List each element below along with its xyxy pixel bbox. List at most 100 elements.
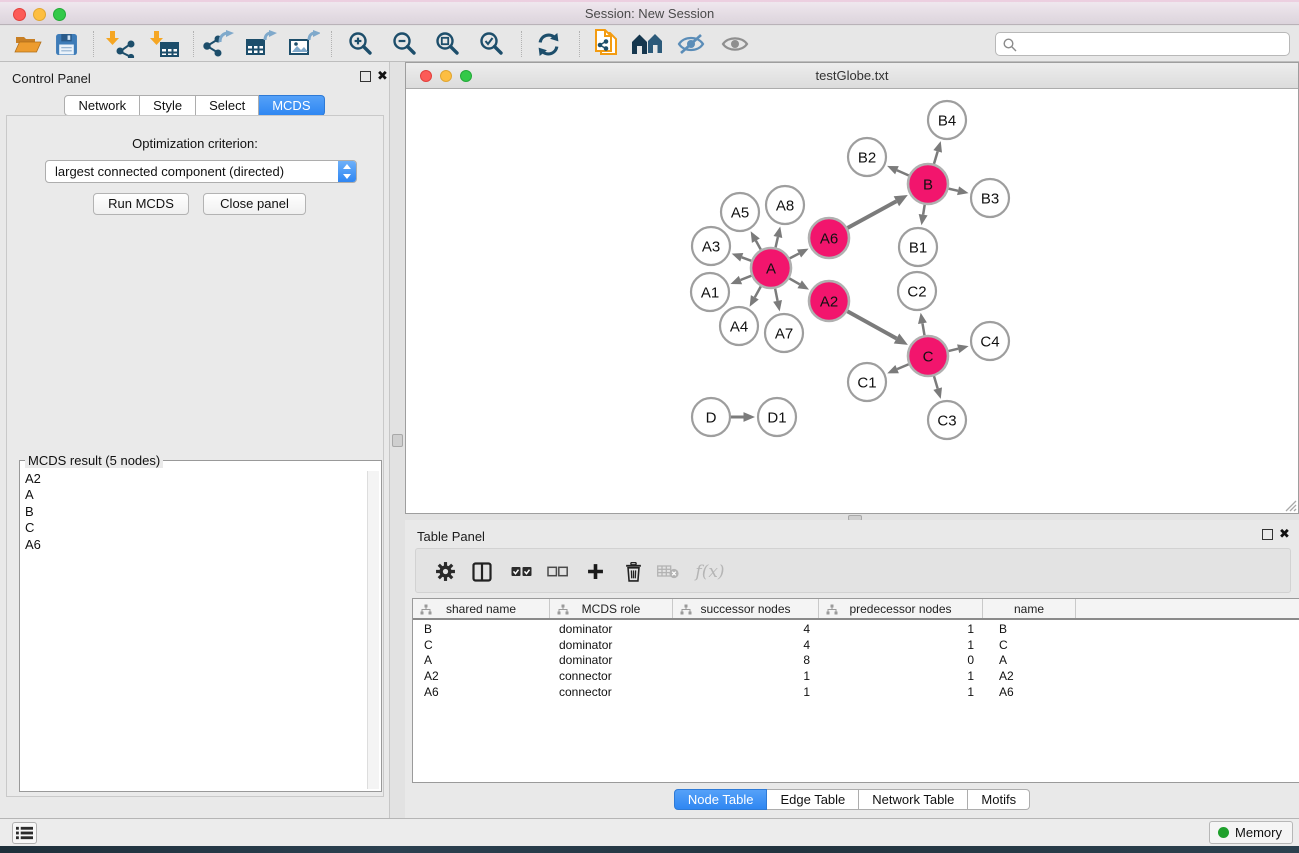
graph-edge-A-A8[interactable]	[776, 237, 778, 248]
column-header-name[interactable]: name	[983, 599, 1076, 618]
function-builder-icon[interactable]: f(x)	[688, 549, 732, 594]
graph-node-A5[interactable]: A5	[721, 193, 759, 231]
graph-edge-B-B1[interactable]	[923, 205, 925, 215]
hide-selected-eye-icon[interactable]	[672, 29, 710, 59]
graph-edge-A6-B[interactable]	[847, 201, 896, 228]
graph-node-A3[interactable]: A3	[692, 227, 730, 265]
graph-edge-A-A6[interactable]	[790, 254, 799, 259]
result-list-item[interactable]: A6	[22, 537, 367, 553]
resize-grip-icon[interactable]	[1283, 498, 1297, 512]
table-float-panel-icon[interactable]	[1262, 529, 1273, 540]
refresh-icon[interactable]	[529, 29, 567, 59]
graph-edge-A-A4[interactable]	[755, 286, 761, 297]
graph-node-B1[interactable]: B1	[899, 228, 937, 266]
graph-node-A[interactable]: A	[751, 248, 791, 288]
zoom-in-icon[interactable]	[342, 29, 380, 59]
column-header-MCDS-role[interactable]: MCDS role	[550, 599, 673, 618]
graph-edge-A-A3[interactable]	[742, 257, 752, 260]
graph-node-A8[interactable]: A8	[766, 186, 804, 224]
graph-edge-A-A1[interactable]	[740, 276, 751, 280]
tab-select[interactable]: Select	[196, 95, 259, 116]
network-graph-svg[interactable]: B4 B2 B B3 B1 A5A8A6 A3 A A1 C2 A2 A4A7 C4 C C1 C3 D D1	[406, 89, 1298, 513]
graph-edge-C-C1[interactable]	[897, 364, 909, 369]
graph-edge-B-B4[interactable]	[934, 151, 938, 163]
export-image-icon[interactable]	[285, 29, 323, 59]
new-network-from-selection-icon[interactable]	[587, 29, 625, 59]
graph-edge-C-C2[interactable]	[922, 323, 924, 335]
column-header-shared-name[interactable]: shared name	[413, 599, 550, 618]
graph-node-A6[interactable]: A6	[809, 218, 849, 258]
close-panel-icon[interactable]: ✖	[377, 68, 388, 84]
tab-edge-table[interactable]: Edge Table	[767, 789, 859, 810]
show-all-eye-icon[interactable]	[716, 29, 754, 59]
tab-mcds[interactable]: MCDS	[259, 95, 324, 116]
task-history-button[interactable]	[12, 822, 37, 844]
graph-node-B4[interactable]: B4	[928, 101, 966, 139]
result-list-scrollbar[interactable]	[367, 471, 379, 789]
table-row[interactable]: A2connector11A2	[413, 669, 1299, 685]
table-row[interactable]: Bdominator41B	[413, 622, 1299, 638]
graph-edge-C-C3[interactable]	[934, 376, 938, 388]
select-all-icon[interactable]	[504, 549, 538, 594]
tab-network[interactable]: Network	[64, 95, 140, 116]
graph-node-A2[interactable]: A2	[809, 281, 849, 321]
result-list-item[interactable]: C	[22, 520, 367, 536]
result-list-item[interactable]: B	[22, 504, 367, 520]
graph-edge-A-A5[interactable]	[756, 241, 761, 250]
tab-network-table[interactable]: Network Table	[859, 789, 968, 810]
graph-edge-A-A2[interactable]	[789, 278, 799, 284]
graph-node-B2[interactable]: B2	[848, 138, 886, 176]
tab-node-table[interactable]: Node Table	[674, 789, 768, 810]
search-input[interactable]	[1022, 34, 1284, 54]
graph-edge-B-B3[interactable]	[948, 189, 958, 191]
close-panel-button[interactable]: Close panel	[203, 193, 306, 215]
memory-button[interactable]: Memory	[1209, 821, 1293, 844]
column-settings-gear-icon[interactable]	[428, 549, 462, 594]
column-header-successor-nodes[interactable]: successor nodes	[673, 599, 819, 618]
table-close-panel-icon[interactable]: ✖	[1279, 526, 1290, 542]
export-network-icon[interactable]	[199, 29, 237, 59]
result-list-item[interactable]: A	[22, 487, 367, 503]
import-table-icon[interactable]	[145, 29, 183, 59]
optimization-criterion-dropdown[interactable]: largest connected component (directed)	[45, 160, 357, 183]
show-columns-icon[interactable]	[465, 549, 499, 594]
graph-edge-A-A7[interactable]	[775, 289, 777, 301]
delete-table-icon[interactable]	[651, 549, 685, 594]
graph-node-D[interactable]: D	[692, 398, 730, 436]
mcds-result-list[interactable]: A2ABCA6	[22, 471, 367, 789]
graph-edge-A2-C[interactable]	[847, 311, 896, 338]
graph-node-D1[interactable]: D1	[758, 398, 796, 436]
graph-node-B[interactable]: B	[908, 164, 948, 204]
graph-node-A7[interactable]: A7	[765, 314, 803, 352]
graph-node-C3[interactable]: C3	[928, 401, 966, 439]
table-row[interactable]: Adominator80A	[413, 653, 1299, 669]
run-mcds-button[interactable]: Run MCDS	[93, 193, 189, 215]
graph-node-C4[interactable]: C4	[971, 322, 1009, 360]
result-list-item[interactable]: A2	[22, 471, 367, 487]
graph-node-C[interactable]: C	[908, 336, 948, 376]
graph-node-B3[interactable]: B3	[971, 179, 1009, 217]
graph-edge-B-B2[interactable]	[897, 170, 909, 175]
float-panel-icon[interactable]	[360, 71, 371, 82]
tab-style[interactable]: Style	[140, 95, 196, 116]
vertical-splitter-handle[interactable]	[392, 434, 403, 447]
column-header-predecessor-nodes[interactable]: predecessor nodes	[819, 599, 983, 618]
first-neighbors-icon[interactable]	[629, 29, 667, 59]
zoom-selected-icon[interactable]	[473, 29, 511, 59]
zoom-fit-icon[interactable]	[429, 29, 467, 59]
graph-node-C2[interactable]: C2	[898, 272, 936, 310]
graph-node-A1[interactable]: A1	[691, 273, 729, 311]
export-table-icon[interactable]	[242, 29, 280, 59]
open-file-icon[interactable]	[9, 29, 47, 59]
add-column-plus-icon[interactable]	[578, 549, 612, 594]
unselect-all-icon[interactable]	[540, 549, 574, 594]
save-session-icon[interactable]	[47, 29, 85, 59]
table-row[interactable]: A6connector11A6	[413, 685, 1299, 701]
delete-column-trash-icon[interactable]	[616, 549, 650, 594]
graph-node-C1[interactable]: C1	[848, 363, 886, 401]
table-row[interactable]: Cdominator41C	[413, 638, 1299, 654]
tab-motifs[interactable]: Motifs	[968, 789, 1030, 810]
zoom-out-icon[interactable]	[386, 29, 424, 59]
graph-edge-C-C4[interactable]	[948, 349, 958, 351]
graph-node-A4[interactable]: A4	[720, 307, 758, 345]
